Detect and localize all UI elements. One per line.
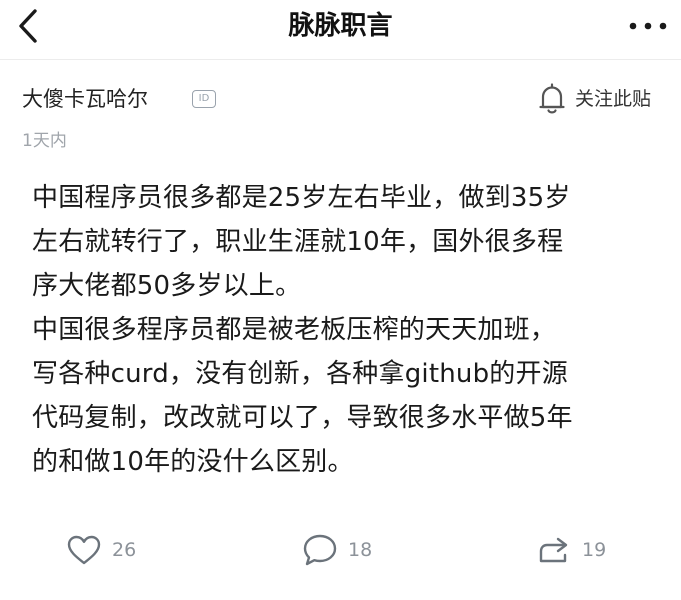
comment-bubble-icon xyxy=(300,530,340,570)
author-row: 大傻卡瓦哈尔 ID 关注此贴 xyxy=(0,80,681,120)
author-name[interactable]: 大傻卡瓦哈尔 xyxy=(22,84,148,114)
follow-post-button[interactable]: 关注此贴 xyxy=(537,82,651,116)
like-button[interactable]: 26 xyxy=(64,525,136,575)
heart-icon xyxy=(64,530,104,570)
more-dots-icon xyxy=(629,22,667,30)
more-options-button[interactable] xyxy=(625,6,671,46)
post-timestamp: 1天内 xyxy=(22,131,67,151)
top-navigation-bar: 脉脉职言 xyxy=(0,0,681,60)
id-badge: ID xyxy=(192,90,216,108)
page-title: 脉脉职言 xyxy=(288,11,393,41)
comment-count: 18 xyxy=(348,539,373,561)
follow-post-label: 关注此贴 xyxy=(574,88,651,110)
repost-button[interactable]: 19 xyxy=(534,525,606,575)
comment-button[interactable]: 18 xyxy=(300,525,372,575)
post-content: 中国程序员很多都是25岁左右毕业，做到35岁 左右就转行了，职业生涯就10年，国… xyxy=(32,183,573,477)
bell-icon xyxy=(537,83,567,115)
like-count: 26 xyxy=(112,539,137,561)
post-action-bar: 26 18 19 xyxy=(0,525,681,575)
repost-count: 19 xyxy=(582,539,607,561)
share-arrow-icon xyxy=(534,530,574,570)
